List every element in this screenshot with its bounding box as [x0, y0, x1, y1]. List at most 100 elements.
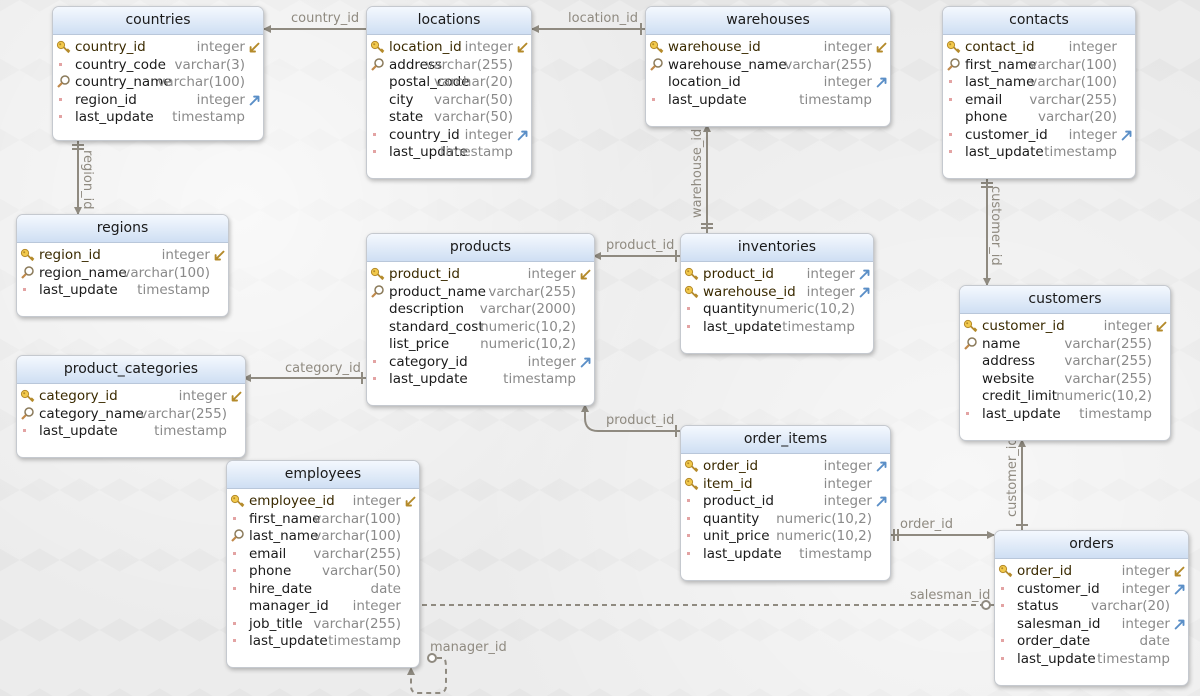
- column-row[interactable]: city varchar(50): [367, 92, 531, 110]
- column-type: integer: [1121, 580, 1170, 597]
- column-row[interactable]: last_name varchar(100): [943, 74, 1135, 92]
- column-row[interactable]: last_update timestamp: [681, 546, 890, 564]
- column-row[interactable]: last_update timestamp: [367, 371, 594, 389]
- column-row[interactable]: warehouse_id integer: [681, 284, 873, 302]
- table-order-items[interactable]: order_items order_id integer item_id integer…: [680, 425, 891, 581]
- column-row[interactable]: phone varchar(20): [943, 109, 1135, 127]
- column-name: last_update: [249, 633, 328, 649]
- column-row[interactable]: last_update timestamp: [227, 633, 419, 651]
- column-row[interactable]: postal_code varchar(20): [367, 74, 531, 92]
- column-type: integer: [196, 39, 245, 55]
- column-row[interactable]: location_id integer: [367, 39, 531, 57]
- foreign-key-arrow-icon: [875, 76, 889, 90]
- column-row[interactable]: region_id integer: [17, 247, 228, 265]
- column-row[interactable]: last_update timestamp: [646, 92, 890, 110]
- column-row[interactable]: country_code varchar(3): [53, 57, 263, 75]
- column-name: description: [389, 301, 465, 317]
- table-countries[interactable]: countries country_id integer country_code va…: [52, 6, 264, 141]
- column-row[interactable]: state varchar(50): [367, 109, 531, 127]
- column-row[interactable]: address varchar(255): [960, 353, 1170, 371]
- column-row[interactable]: item_id integer: [681, 476, 890, 494]
- column-row[interactable]: unit_price numeric(10,2): [681, 528, 890, 546]
- column-row[interactable]: hire_date date: [227, 581, 419, 599]
- column-row[interactable]: last_update timestamp: [681, 319, 873, 337]
- table-products[interactable]: products product_id integer product_name var…: [366, 233, 595, 406]
- table-customers[interactable]: customers customer_id integer name varchar(2…: [959, 285, 1171, 441]
- column-row[interactable]: last_update timestamp: [17, 282, 228, 300]
- column-row[interactable]: order_id integer: [681, 458, 890, 476]
- column-row[interactable]: product_id integer: [681, 493, 890, 511]
- column-type: timestamp: [799, 545, 872, 562]
- column-row[interactable]: last_name varchar(100): [227, 528, 419, 546]
- column-row[interactable]: customer_id integer: [943, 127, 1135, 145]
- column-name: last_update: [965, 144, 1044, 160]
- column-row[interactable]: quantity numeric(10,2): [681, 301, 873, 319]
- column-row[interactable]: country_id integer: [53, 39, 263, 57]
- column-row[interactable]: last_update timestamp: [995, 651, 1188, 669]
- key-icon: [684, 266, 700, 284]
- index-icon: [56, 74, 72, 92]
- column-row[interactable]: quantity numeric(10,2): [681, 511, 890, 529]
- column-row[interactable]: region_id integer: [53, 92, 263, 110]
- table-inventories[interactable]: inventories product_id integer warehouse_id…: [680, 233, 874, 354]
- column-row[interactable]: standard_cost numeric(10,2): [367, 319, 594, 337]
- column-row[interactable]: product_id integer: [367, 266, 594, 284]
- column-row[interactable]: country_id integer: [367, 127, 531, 145]
- table-product-categories[interactable]: product_categories category_id integer cate…: [16, 355, 246, 458]
- column-row[interactable]: product_id integer: [681, 266, 873, 284]
- column-row[interactable]: credit_limit numeric(10,2): [960, 388, 1170, 406]
- column-row[interactable]: last_update timestamp: [960, 406, 1170, 424]
- column-row[interactable]: last_update timestamp: [17, 423, 245, 441]
- column-row[interactable]: name varchar(255): [960, 336, 1170, 354]
- column-row[interactable]: last_update timestamp: [53, 109, 263, 127]
- key-icon: [56, 39, 72, 57]
- column-row[interactable]: manager_id integer: [227, 598, 419, 616]
- column-row[interactable]: phone varchar(50): [227, 563, 419, 581]
- column-row[interactable]: region_name varchar(100): [17, 265, 228, 283]
- rel-location-label: location_id: [568, 11, 638, 26]
- table-contacts[interactable]: contacts contact_id integer first_name varch…: [942, 6, 1136, 179]
- column-row[interactable]: address varchar(255): [367, 57, 531, 75]
- column-row[interactable]: product_name varchar(255): [367, 284, 594, 302]
- column-row[interactable]: order_date date: [995, 633, 1188, 651]
- column-row[interactable]: status varchar(20): [995, 598, 1188, 616]
- index-icon: [649, 57, 665, 75]
- column-row[interactable]: last_update timestamp: [943, 144, 1135, 162]
- column-row[interactable]: first_name varchar(100): [943, 57, 1135, 75]
- column-row[interactable]: email varchar(255): [943, 92, 1135, 110]
- column-row[interactable]: job_title varchar(255): [227, 616, 419, 634]
- column-row[interactable]: location_id integer: [646, 74, 890, 92]
- table-title: regions: [17, 215, 228, 243]
- column-row[interactable]: country_name varchar(100): [53, 74, 263, 92]
- table-orders[interactable]: orders order_id integer customer_id integer s…: [994, 530, 1189, 686]
- column-row[interactable]: contact_id integer: [943, 39, 1135, 57]
- column-row[interactable]: email varchar(255): [227, 546, 419, 564]
- table-title: contacts: [943, 7, 1135, 35]
- column-type: timestamp: [137, 282, 210, 298]
- column-row[interactable]: customer_id integer: [995, 581, 1188, 599]
- column-name: salesman_id: [1017, 615, 1101, 632]
- table-warehouses[interactable]: warehouses warehouse_id integer warehouse_n…: [645, 6, 891, 127]
- rel-manager-label: manager_id: [430, 640, 507, 655]
- column-row[interactable]: salesman_id integer: [995, 616, 1188, 634]
- table-regions[interactable]: regions region_id integer region_name varcha…: [16, 214, 229, 317]
- column-row[interactable]: order_id integer: [995, 563, 1188, 581]
- column-row[interactable]: customer_id integer: [960, 318, 1170, 336]
- column-row[interactable]: category_name varchar(255): [17, 406, 245, 424]
- column-row[interactable]: first_name varchar(100): [227, 511, 419, 529]
- column-row[interactable]: warehouse_name varchar(255): [646, 57, 890, 75]
- column-row[interactable]: description varchar(2000): [367, 301, 594, 319]
- column-type: varchar(3): [174, 56, 245, 73]
- required-dot-icon: [230, 616, 246, 634]
- column-row[interactable]: employee_id integer: [227, 493, 419, 511]
- column-row[interactable]: last_update timestamp: [367, 144, 531, 162]
- column-row[interactable]: warehouse_id integer: [646, 39, 890, 57]
- column-row[interactable]: website varchar(255): [960, 371, 1170, 389]
- column-row[interactable]: category_id integer: [17, 388, 245, 406]
- column-type: integer: [1068, 39, 1117, 55]
- column-row[interactable]: category_id integer: [367, 354, 594, 372]
- column-row[interactable]: list_price numeric(10,2): [367, 336, 594, 354]
- table-employees[interactable]: employees employee_id integer first_name var…: [226, 460, 420, 668]
- table-locations[interactable]: locations location_id integer address varcha…: [366, 6, 532, 179]
- column-type: timestamp: [782, 318, 855, 335]
